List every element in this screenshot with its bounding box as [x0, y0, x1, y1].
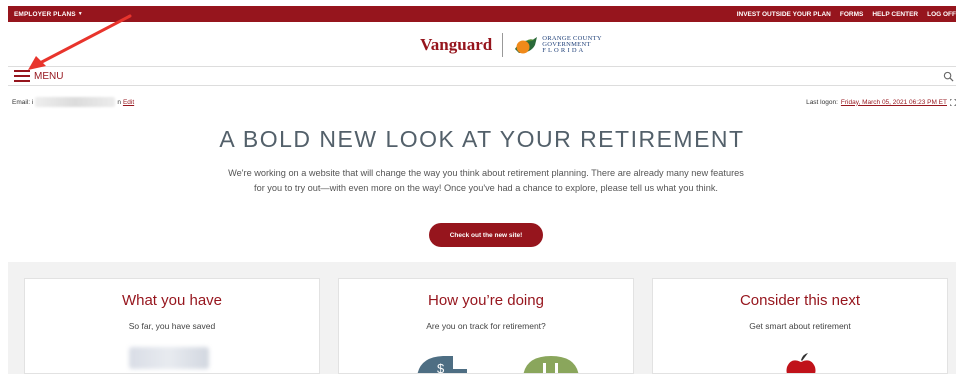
annotation-arrow [28, 14, 132, 70]
